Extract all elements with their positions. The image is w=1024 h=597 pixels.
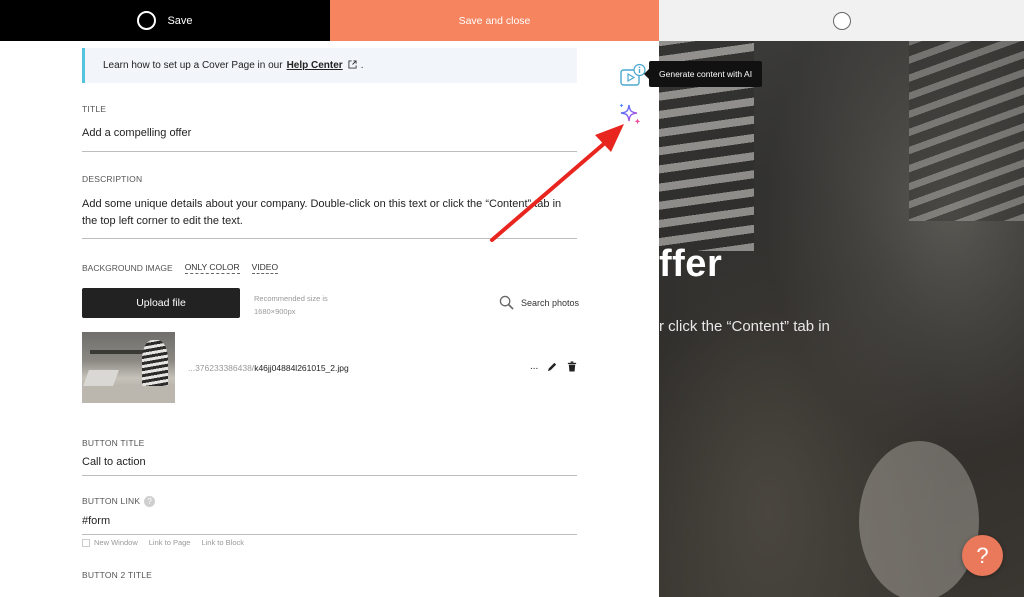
upload-file-button[interactable]: Upload file	[82, 288, 240, 318]
top-bar: Save Save and close	[0, 0, 1024, 41]
button-link-input[interactable]: #form	[82, 515, 110, 527]
question-icon[interactable]: ?	[144, 496, 156, 508]
circle-icon	[137, 11, 157, 30]
external-link-icon	[348, 60, 357, 71]
help-center-link[interactable]: Help Center	[287, 60, 343, 71]
file-name-suffix: k46jj04884l261015_2.jpg	[254, 363, 349, 373]
link-options: New Window Link to Page Link to Block	[82, 538, 255, 547]
cover-editor-panel: Learn how to set up a Cover Page in our …	[0, 41, 659, 597]
sparkles-icon[interactable]	[617, 101, 643, 127]
divider	[82, 534, 577, 535]
link-to-block-option[interactable]: Link to Block	[201, 538, 244, 547]
tab-only-color[interactable]: ONLY COLOR	[184, 262, 240, 274]
background-thumbnail	[82, 332, 175, 403]
preview-photo-stripes-2	[909, 41, 1024, 221]
button2-title-label: BUTTON 2 TITLE	[82, 570, 153, 580]
file-name: ...376233386438/k46jj04884l261015_2.jpg	[188, 363, 349, 373]
search-icon	[499, 295, 514, 310]
button-link-label-row: BUTTON LINK?	[82, 496, 156, 508]
search-photos-button[interactable]: Search photos	[499, 295, 579, 310]
new-window-checkbox[interactable]	[82, 538, 90, 547]
pencil-icon[interactable]	[547, 361, 558, 372]
recommended-size-hint: Recommended size is 1680×900px	[254, 294, 328, 316]
search-photos-label: Search photos	[521, 297, 580, 308]
description-input[interactable]: Add some unique details about your compa…	[82, 196, 577, 230]
save-button[interactable]: Save	[0, 0, 330, 41]
info-banner: Learn how to set up a Cover Page in our …	[82, 48, 577, 83]
file-actions: ...	[530, 361, 577, 372]
title-label: TITLE	[82, 104, 107, 114]
help-chat-button[interactable]: ?	[962, 535, 1003, 576]
preview-title: ffer	[659, 243, 723, 285]
preview-description: r click the “Content” tab in	[659, 318, 830, 335]
preview-photo-cup	[859, 441, 979, 597]
trash-icon[interactable]	[567, 361, 577, 372]
info-banner-period: .	[360, 60, 364, 71]
info-banner-text: Learn how to set up a Cover Page in our	[103, 60, 283, 71]
ai-tooltip: Generate content with AI	[643, 61, 763, 87]
background-image-label: BACKGROUND IMAGE	[82, 263, 173, 273]
divider	[82, 238, 577, 239]
description-label: DESCRIPTION	[82, 174, 143, 184]
new-window-option[interactable]: New Window	[94, 538, 138, 547]
more-options-button[interactable]: ...	[530, 361, 538, 372]
divider	[82, 151, 577, 152]
button-title-label: BUTTON TITLE	[82, 438, 145, 448]
save-and-close-button[interactable]: Save and close	[330, 0, 659, 41]
top-bar-right	[659, 0, 1024, 41]
background-tabs: BACKGROUND IMAGE ONLY COLOR VIDEO	[82, 262, 279, 274]
tab-video[interactable]: VIDEO	[251, 262, 279, 274]
link-to-page-option[interactable]: Link to Page	[149, 538, 191, 547]
divider	[82, 475, 577, 476]
video-info-icon[interactable]	[619, 63, 647, 89]
file-name-prefix: ...376233386438/	[188, 363, 255, 373]
page-preview: ffer r click the “Content” tab in	[659, 41, 1024, 597]
button-link-label: BUTTON LINK	[82, 496, 141, 506]
save-button-label: Save	[167, 14, 193, 27]
title-input[interactable]: Add a compelling offer	[82, 127, 191, 139]
button-title-input[interactable]: Call to action	[82, 456, 146, 468]
circle-icon[interactable]	[832, 11, 851, 30]
